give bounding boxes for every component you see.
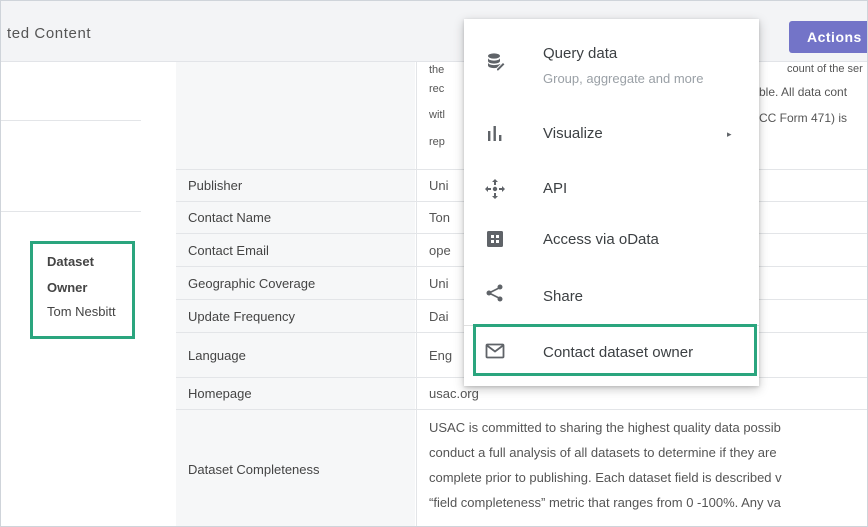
description-text: CC Form 471) is xyxy=(759,111,848,125)
row-value-line: USAC is committed to sharing the highest… xyxy=(429,420,781,435)
menu-item-api[interactable]: API xyxy=(464,163,759,215)
api-icon xyxy=(484,178,506,200)
row-value-line: conduct a full analysis of all datasets … xyxy=(429,445,777,460)
row-key: Contact Email xyxy=(188,243,269,258)
row-value: Uni xyxy=(429,276,449,291)
row-value: Ton xyxy=(429,210,450,225)
row-key: Dataset Completeness xyxy=(188,462,320,477)
row-key: Update Frequency xyxy=(188,309,295,324)
dataset-owner-box: Dataset Owner Tom Nesbitt xyxy=(30,241,135,339)
homepage-link[interactable]: usac.org xyxy=(429,386,479,401)
contact-owner-highlight xyxy=(473,324,757,376)
description-text: rec xyxy=(429,83,445,95)
table-row: Dataset Completeness USAC is committed t… xyxy=(176,409,867,526)
chevron-right-icon: ▸ xyxy=(727,129,732,139)
menu-item-visualize[interactable]: Visualize ▸ xyxy=(464,105,759,163)
description-text: rep xyxy=(429,136,445,148)
row-key: Publisher xyxy=(188,178,243,193)
share-icon xyxy=(484,283,506,305)
menu-item-odata[interactable]: Access via oData xyxy=(464,215,759,267)
actions-button-label: Actions xyxy=(807,29,862,45)
owner-label: Owner xyxy=(47,280,88,295)
owner-name: Tom Nesbitt xyxy=(47,304,116,319)
menu-item-query-data[interactable]: Query data Group, aggregate and more xyxy=(464,19,759,105)
description-text: the xyxy=(429,64,445,76)
row-value-line: “field completeness” metric that ranges … xyxy=(429,495,781,510)
menu-item-sublabel: Group, aggregate and more xyxy=(543,71,704,86)
page-title: ted Content xyxy=(7,25,92,42)
menu-item-label: Visualize xyxy=(543,125,603,142)
menu-item-label: API xyxy=(543,180,568,197)
left-divider xyxy=(1,120,141,121)
row-value[interactable]: ope xyxy=(429,243,451,258)
row-value-line: complete prior to publishing. Each datas… xyxy=(429,470,782,485)
bar-chart-icon xyxy=(484,124,506,146)
database-icon xyxy=(484,51,506,73)
page-frame: ted Content Actions ⌄ Dataset Owner Tom … xyxy=(0,0,868,527)
description-text: count of the ser xyxy=(787,63,863,75)
menu-item-label: Access via oData xyxy=(543,231,659,248)
odata-icon xyxy=(484,230,506,252)
row-value: Uni xyxy=(429,178,449,193)
description-text: witl xyxy=(429,109,445,121)
description-text: ble. All data cont xyxy=(759,85,848,99)
owner-label: Dataset xyxy=(47,254,94,269)
left-divider xyxy=(1,211,141,212)
row-key: Geographic Coverage xyxy=(188,276,316,291)
row-value: Dai xyxy=(429,309,449,324)
row-key: Homepage xyxy=(188,386,252,401)
row-key: Language xyxy=(188,348,246,363)
menu-item-label: Share xyxy=(543,288,584,305)
row-key: Contact Name xyxy=(188,210,272,225)
row-value: Eng xyxy=(429,348,453,363)
actions-button[interactable]: Actions ⌄ xyxy=(789,21,867,53)
menu-item-label: Query data xyxy=(543,45,618,62)
menu-item-share[interactable]: Share xyxy=(464,267,759,323)
